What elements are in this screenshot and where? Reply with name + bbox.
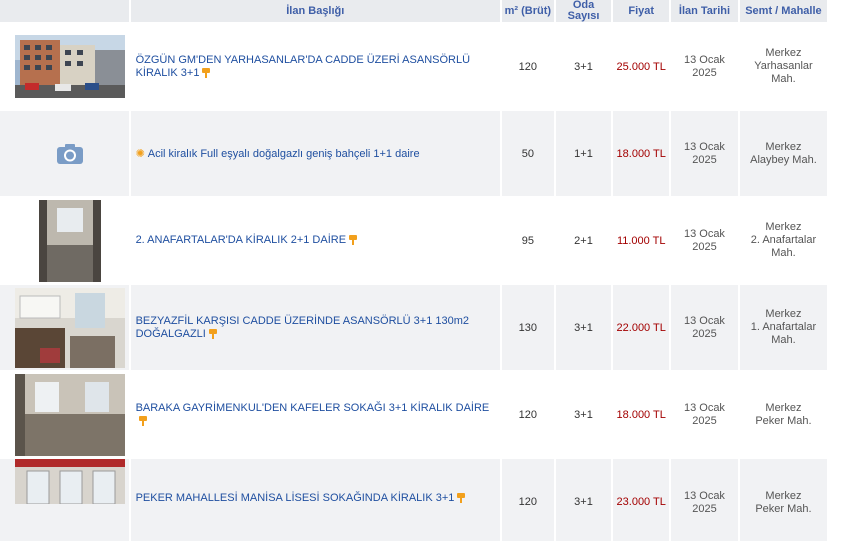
listing-date: 13 Ocak 2025 [671,22,740,109]
listing-title-link[interactable]: Acil kiralık Full eşyalı doğalgazlı geni… [148,148,420,160]
listing-photo-cell[interactable] [0,196,131,283]
listing-location: Merkez Peker Mah. [739,370,829,457]
listing-date: 13 Ocak 2025 [671,457,740,541]
listing-rooms: 3+1 [555,22,614,109]
listing-title-cell: 2. ANAFARTALAR'DA KİRALIK 2+1 DAİRE [130,196,503,283]
listing-title-link[interactable]: BARAKA GAYRİMENKUL'DEN KAFELER SOKAĞI 3+… [136,402,490,414]
header-photo [0,0,131,22]
table-row[interactable]: BEZYAZFİL KARŞISI CADDE ÜZERİNDE ASANSÖR… [0,283,829,370]
listing-price: 25.000 TL [613,22,672,109]
listing-area: 120 [502,457,556,541]
listing-title-cell: ✺ Acil kiralık Full eşyalı doğalgazlı gen… [130,109,503,196]
listing-photo-cell[interactable] [0,457,131,541]
listing-title-link[interactable]: ÖZGÜN GM'DEN YARHASANLAR'DA CADDE ÜZERİ … [136,54,470,79]
listing-date: 13 Ocak 2025 [671,370,740,457]
listing-rooms: 3+1 [555,283,614,370]
kitchen-photo[interactable] [15,287,125,368]
listing-rooms: 2+1 [555,196,614,283]
building-street-photo[interactable] [15,35,125,98]
header-price[interactable]: Fiyat [613,0,672,22]
listing-location: Merkez Yarhasanlar Mah. [739,22,829,109]
table-row[interactable]: 2. ANAFARTALAR'DA KİRALIK 2+1 DAİRE 95 2… [0,196,829,283]
listing-area: 50 [502,109,556,196]
listing-location: Merkez 1. Anafartalar Mah. [739,283,829,370]
table-row[interactable]: ÖZGÜN GM'DEN YARHASANLAR'DA CADDE ÜZERİ … [0,22,829,109]
listing-area: 120 [502,370,556,457]
listing-photo-cell[interactable] [0,109,131,196]
listing-photo-cell[interactable] [0,22,131,109]
header-location[interactable]: Semt / Mahalle [739,0,829,22]
listing-title-link[interactable]: BEZYAZFİL KARŞISI CADDE ÜZERİNDE ASANSÖR… [136,315,469,340]
listing-title-link[interactable]: 2. ANAFARTALAR'DA KİRALIK 2+1 DAİRE [136,234,346,246]
listing-photo-cell[interactable] [0,370,131,457]
listing-date: 13 Ocak 2025 [671,196,740,283]
listing-title-cell: PEKER MAHALLESİ MANİSA LİSESİ SOKAĞINDA … [130,457,503,541]
listing-rooms: 3+1 [555,457,614,541]
listing-area: 95 [502,196,556,283]
sun-icon: ✺ [135,147,145,160]
listing-price: 18.000 TL [613,370,672,457]
listing-price: 23.000 TL [613,457,672,541]
camera-icon[interactable] [56,143,83,164]
listing-location: Merkez Peker Mah. [739,457,829,541]
table-row[interactable]: PEKER MAHALLESİ MANİSA LİSESİ SOKAĞINDA … [0,457,829,541]
pin-icon [208,328,217,339]
listing-table: İlan Başlığı m² (Brüt) Oda Sayısı Fiyat İ… [0,0,829,541]
listing-location: Merkez 2. Anafartalar Mah. [739,196,829,283]
listing-date: 13 Ocak 2025 [671,283,740,370]
listing-price: 18.000 TL [613,109,672,196]
window-room-photo[interactable] [15,459,125,504]
pin-icon [202,67,211,78]
listing-title-link[interactable]: PEKER MAHALLESİ MANİSA LİSESİ SOKAĞINDA … [136,492,455,504]
header-title[interactable]: İlan Başlığı [130,0,503,22]
table-header-row: İlan Başlığı m² (Brüt) Oda Sayısı Fiyat İ… [0,0,829,22]
listing-rooms: 1+1 [555,109,614,196]
pin-icon [349,235,358,246]
header-rooms[interactable]: Oda Sayısı [555,0,614,22]
table-row[interactable]: ✺ Acil kiralık Full eşyalı doğalgazlı gen… [0,109,829,196]
listing-date: 13 Ocak 2025 [671,109,740,196]
living-room-photo[interactable] [15,373,125,456]
empty-room-photo[interactable] [38,199,101,282]
listing-photo-cell[interactable] [0,283,131,370]
table-row[interactable]: BARAKA GAYRİMENKUL'DEN KAFELER SOKAĞI 3+… [0,370,829,457]
listing-area: 130 [502,283,556,370]
listing-location: Merkez Alaybey Mah. [739,109,829,196]
listing-price: 11.000 TL [613,196,672,283]
header-date[interactable]: İlan Tarihi [671,0,740,22]
listing-area: 120 [502,22,556,109]
listing-rooms: 3+1 [555,370,614,457]
listing-title-cell: ÖZGÜN GM'DEN YARHASANLAR'DA CADDE ÜZERİ … [130,22,503,109]
header-area[interactable]: m² (Brüt) [502,0,556,22]
listing-price: 22.000 TL [613,283,672,370]
pin-icon [457,493,466,504]
listing-title-cell: BEZYAZFİL KARŞISI CADDE ÜZERİNDE ASANSÖR… [130,283,503,370]
pin-icon [138,416,147,427]
listing-title-cell: BARAKA GAYRİMENKUL'DEN KAFELER SOKAĞI 3+… [130,370,503,457]
